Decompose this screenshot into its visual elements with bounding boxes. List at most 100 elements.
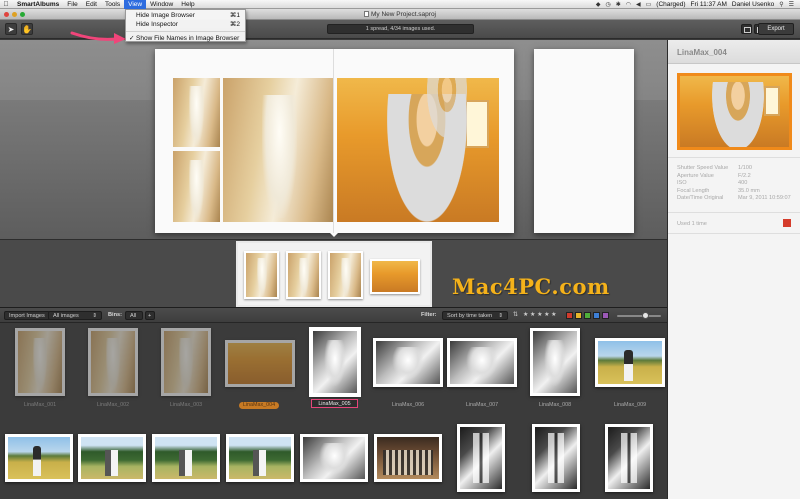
- thumbnail-size-slider[interactable]: [617, 315, 661, 317]
- apple-menu-icon[interactable]: : [0, 1, 12, 8]
- filmstrip-page-thumb[interactable]: [244, 251, 279, 299]
- thumb-filename: LinaMax_003: [169, 402, 203, 408]
- hand-tool-icon[interactable]: ✋: [21, 23, 33, 35]
- pointer-tool-icon[interactable]: ➤: [5, 23, 17, 35]
- meta-key: Aperture Value: [677, 172, 714, 179]
- menu-window[interactable]: Window: [146, 0, 177, 9]
- export-button[interactable]: Export: [758, 23, 794, 35]
- sort-direction-icon[interactable]: ⇅: [513, 311, 518, 318]
- color-filter-red[interactable]: [566, 312, 573, 319]
- browser-thumb[interactable]: [374, 434, 442, 482]
- source-select[interactable]: All images ⇕: [48, 311, 102, 320]
- menu-edit[interactable]: Edit: [82, 0, 101, 9]
- meta-value: 400: [738, 180, 748, 186]
- spread-photo-2[interactable]: [173, 151, 220, 222]
- document-title: My New Project.saproj: [0, 10, 800, 19]
- browser-thumb[interactable]: [225, 340, 295, 387]
- menu-item-hide-inspector[interactable]: Hide Inspector ⌘2: [126, 20, 245, 29]
- spotlight-icon[interactable]: ⚲: [779, 1, 783, 8]
- spread-photo-3[interactable]: [223, 78, 334, 222]
- menu-item-label: Hide Image Browser: [136, 12, 195, 19]
- thumb-filename: LinaMax_008: [538, 402, 572, 408]
- thumb-filename: LinaMax_005: [311, 399, 358, 408]
- thumbnail-size-slider-knob[interactable]: [642, 312, 649, 319]
- browser-thumb[interactable]: [15, 328, 65, 396]
- menu-item-shortcut: ⌘2: [229, 21, 240, 28]
- meta-value: 35.0 mm: [738, 187, 760, 194]
- browser-thumb[interactable]: [161, 328, 211, 396]
- meta-value: 1/100: [738, 165, 752, 171]
- browser-thumb[interactable]: [605, 424, 653, 492]
- spread-photo-4[interactable]: [337, 78, 499, 222]
- import-images-button[interactable]: Import Images: [4, 311, 50, 320]
- add-bin-button[interactable]: +: [145, 311, 155, 320]
- filmstrip-spread-selected[interactable]: [236, 241, 432, 307]
- menu-separator: [126, 31, 245, 32]
- meta-key: Focal Length: [677, 187, 710, 194]
- annotation-arrow-icon: [70, 31, 126, 44]
- meta-key: ISO: [677, 180, 687, 186]
- browser-thumb[interactable]: [5, 434, 73, 482]
- dropbox-icon[interactable]: ◆: [596, 1, 601, 8]
- menu-item-label: Show File Names in Image Browser: [136, 35, 240, 42]
- sort-select-value: Sort by time taken: [447, 313, 493, 319]
- menu-user[interactable]: Daniel Usenko: [732, 1, 774, 8]
- bluetooth-icon[interactable]: ✱: [616, 1, 621, 8]
- thumb-filename: LinaMax_002: [96, 402, 130, 408]
- image-browser: Import Images All images ⇕ Bins: All + Fi…: [0, 307, 667, 499]
- color-filter-green[interactable]: [584, 312, 591, 319]
- filter-label: Filter:: [421, 312, 437, 318]
- time-machine-icon[interactable]: ◷: [605, 1, 610, 8]
- chevron-updown-icon: ⇕: [92, 313, 97, 319]
- menu-tools[interactable]: Tools: [101, 0, 124, 9]
- color-filter-blue[interactable]: [593, 312, 600, 319]
- filmstrip-page-thumb[interactable]: [286, 251, 321, 299]
- color-filter-yellow[interactable]: [575, 312, 582, 319]
- toggle-browser-icon[interactable]: [741, 24, 752, 34]
- view-menu-dropdown: Hide Image Browser ⌘1 Hide Inspector ⌘2 …: [125, 9, 246, 42]
- menu-item-show-file-names[interactable]: ✓ Show File Names in Image Browser: [126, 34, 245, 43]
- menu-clock[interactable]: Fri 11:37 AM: [691, 1, 727, 8]
- browser-thumb[interactable]: [78, 434, 146, 482]
- browser-thumb[interactable]: [530, 328, 580, 396]
- menu-extras: ◆ ◷ ✱ ◠ ◀ ▭ (Charged) Fri 11:37 AM Danie…: [596, 1, 800, 8]
- browser-thumb[interactable]: [457, 424, 505, 492]
- color-label-swatch[interactable]: [783, 219, 791, 227]
- menu-view[interactable]: View: [124, 0, 147, 9]
- bins-select[interactable]: All: [125, 311, 143, 320]
- browser-thumb[interactable]: [152, 434, 220, 482]
- filmstrip-page-thumb[interactable]: [370, 259, 420, 294]
- bins-label: Bins:: [108, 312, 122, 318]
- filmstrip-page-thumb[interactable]: [328, 251, 363, 299]
- image-browser-toolbar: Import Images All images ⇕ Bins: All + Fi…: [0, 308, 667, 323]
- browser-thumb[interactable]: [595, 338, 665, 387]
- wifi-icon[interactable]: ◠: [626, 1, 631, 8]
- color-filter-purple[interactable]: [602, 312, 609, 319]
- inspector-metadata: Shutter Speed Value 1/100 Aperture Value F…: [677, 165, 797, 203]
- star-rating-filter[interactable]: ★ ★ ★ ★ ★: [523, 311, 557, 318]
- next-spread-page[interactable]: [534, 49, 634, 233]
- battery-icon[interactable]: ▭: [646, 1, 652, 8]
- browser-thumb[interactable]: [532, 424, 580, 492]
- notification-center-icon[interactable]: ☰: [789, 1, 794, 8]
- browser-thumb[interactable]: [300, 434, 368, 482]
- browser-thumb[interactable]: [447, 338, 517, 387]
- menu-item-hide-image-browser[interactable]: Hide Image Browser ⌘1: [126, 11, 245, 20]
- spread-photo-1[interactable]: [173, 78, 220, 147]
- browser-thumb[interactable]: [373, 338, 443, 387]
- spread-canvas[interactable]: [0, 40, 667, 239]
- source-select-value: All images: [53, 313, 79, 319]
- menu-file[interactable]: File: [63, 0, 81, 9]
- browser-thumb[interactable]: [88, 328, 138, 396]
- browser-thumb[interactable]: [226, 434, 294, 482]
- browser-thumb-selected[interactable]: [309, 327, 361, 397]
- volume-icon[interactable]: ◀: [636, 1, 641, 8]
- inspector-panel: LinaMax_004 Shutter Speed Value 1/100 Ape…: [667, 40, 800, 499]
- sort-select[interactable]: Sort by time taken ⇕: [442, 311, 508, 320]
- thumb-filename: LinaMax_006: [391, 402, 425, 408]
- menu-item-shortcut: ⌘1: [229, 12, 240, 19]
- menu-bar:  SmartAlbums File Edit Tools View Windo…: [0, 0, 800, 9]
- menu-help[interactable]: Help: [177, 0, 198, 9]
- menu-app-name[interactable]: SmartAlbums: [12, 0, 63, 9]
- album-spread[interactable]: [155, 49, 514, 233]
